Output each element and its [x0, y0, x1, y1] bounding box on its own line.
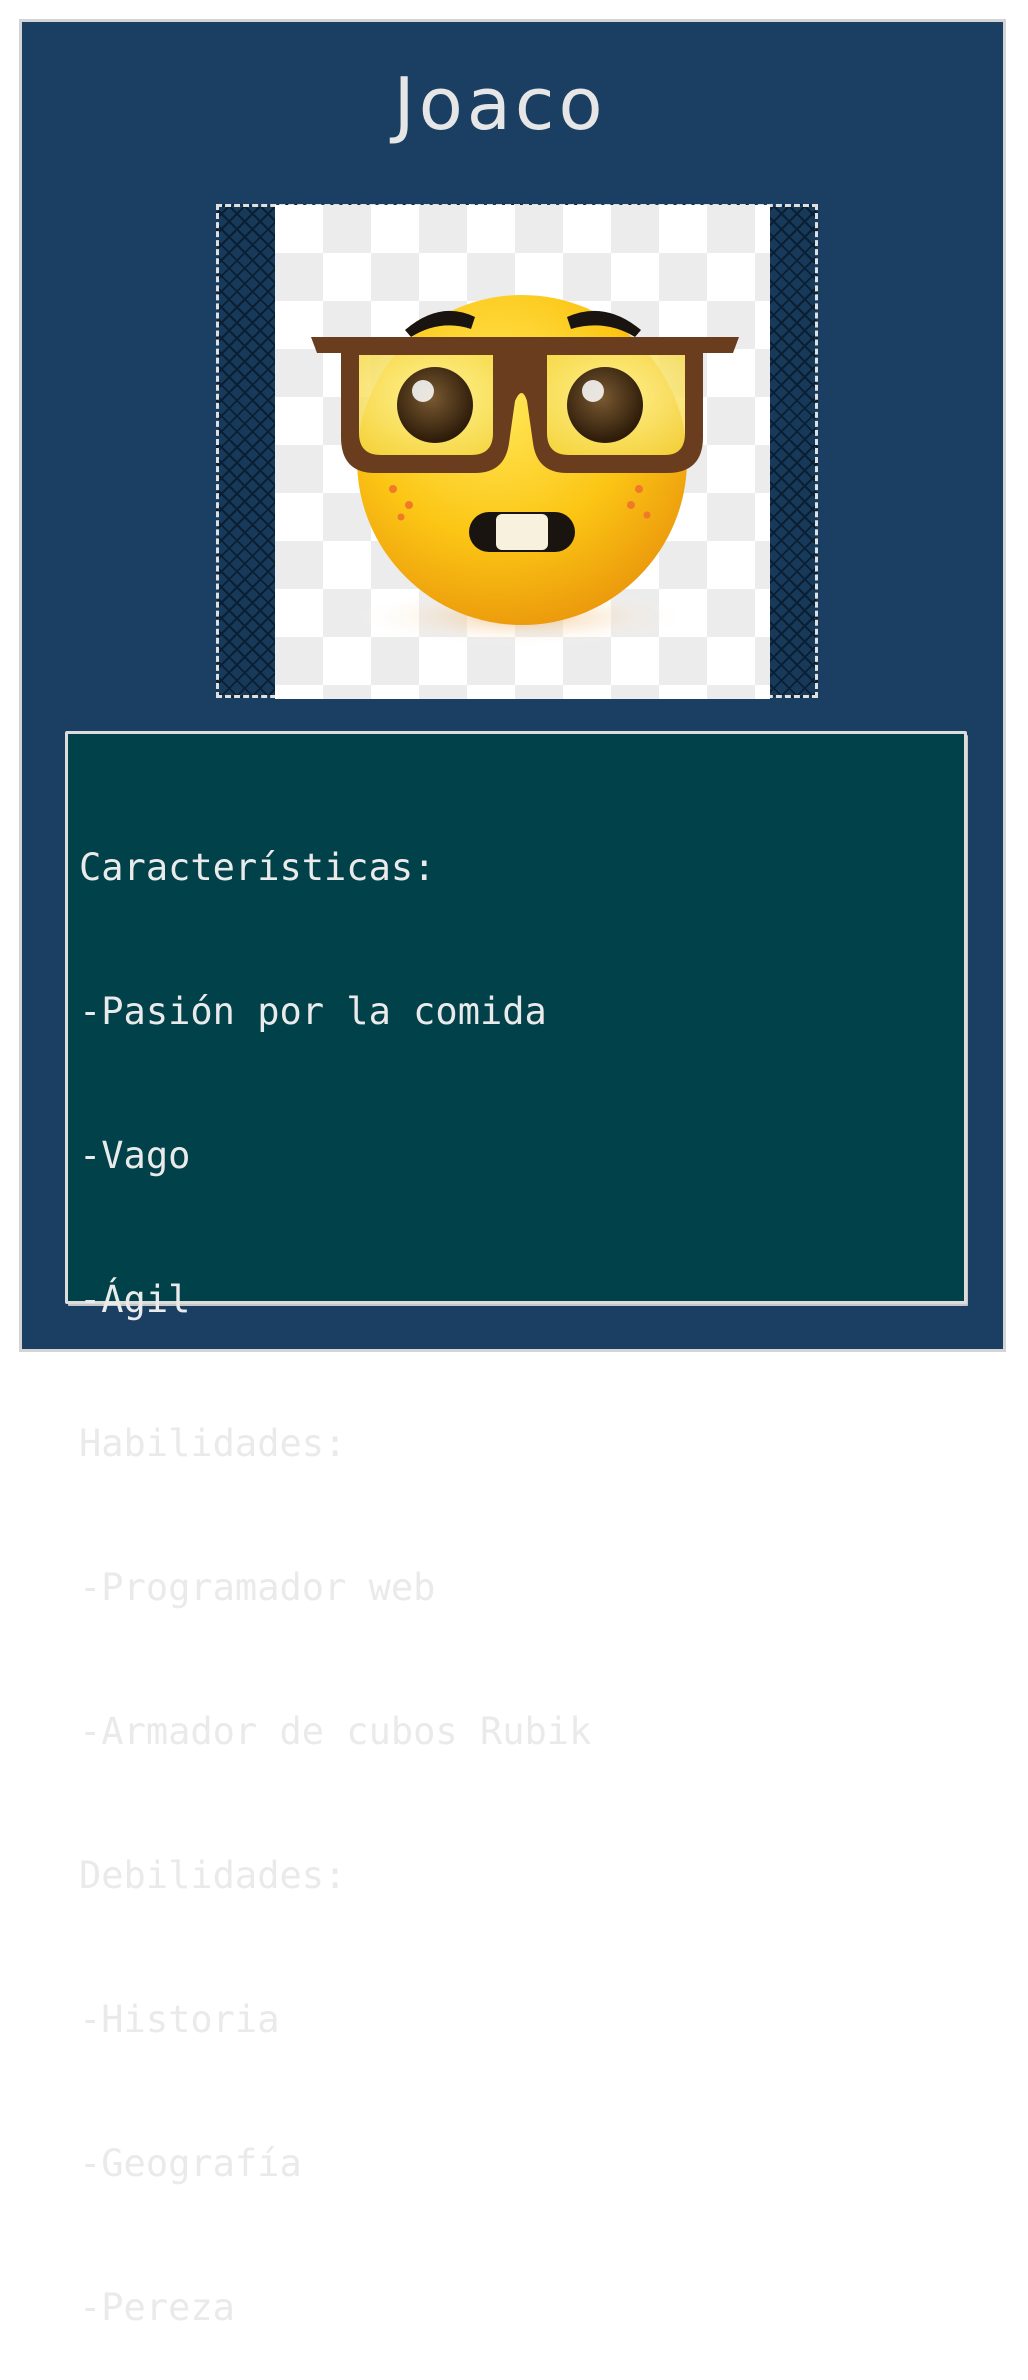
section-heading-debilidades: Debilidades:: [79, 1854, 347, 1897]
card-title: Joaco: [393, 62, 607, 146]
list-item: -Geografía: [79, 2142, 302, 2185]
list-item: -Armador de cubos Rubik: [79, 1710, 592, 1753]
nerd-face-icon: [311, 295, 739, 647]
section-heading-habilidades: Habilidades:: [79, 1422, 347, 1465]
list-item: -Pereza: [79, 2286, 235, 2329]
list-item: -Ágil: [79, 1278, 191, 1321]
details-list: Características: -Pasión por la comida -…: [79, 748, 591, 2380]
profile-image: [275, 205, 770, 699]
section-heading-caracteristicas: Características:: [79, 846, 436, 889]
list-item: -Pasión por la comida: [79, 990, 547, 1033]
list-item: -Vago: [79, 1134, 191, 1177]
list-item: -Programador web: [79, 1566, 436, 1609]
list-item: -Historia: [79, 1998, 280, 2041]
